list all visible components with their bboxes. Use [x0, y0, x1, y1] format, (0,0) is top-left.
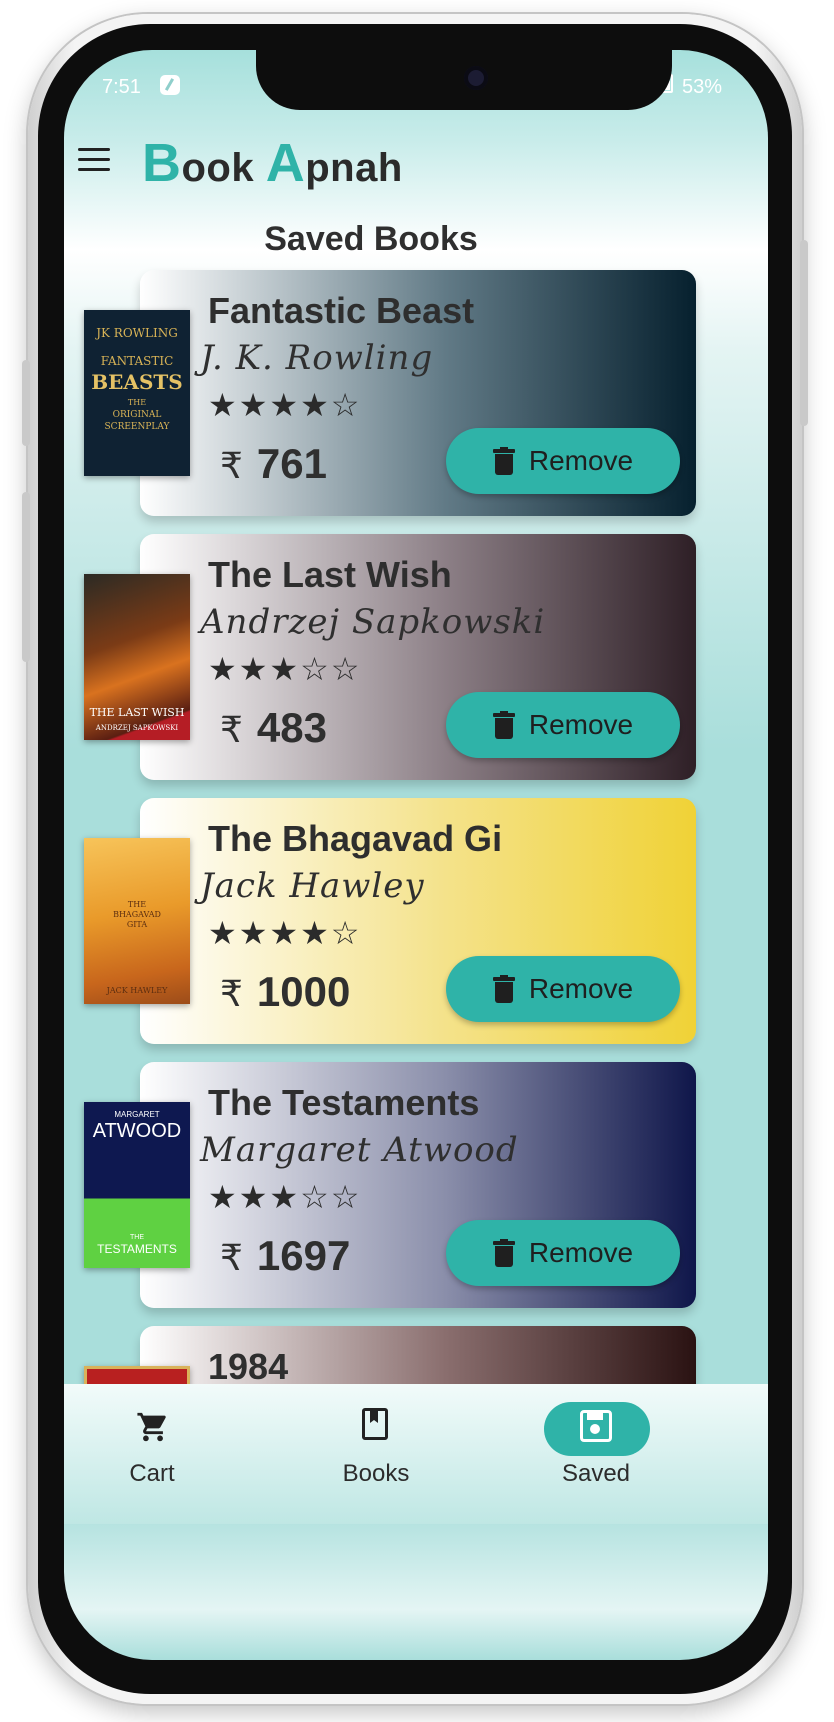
phone-side-button	[22, 492, 30, 662]
book-card[interactable]: JK ROWLING FANTASTIC BEASTS THE ORIGINAL…	[84, 270, 696, 516]
phone-side-button	[22, 360, 30, 446]
nav-item-saved[interactable]: Saved	[516, 1384, 676, 1504]
book-icon	[362, 1408, 388, 1440]
book-cover-image: THE LAST WISH ANDRZEJ SAPKOWSKI	[84, 574, 190, 740]
book-cover-image: MARGARET ATWOOD THE TESTAMENTS	[84, 1102, 190, 1268]
trash-icon	[492, 1239, 515, 1267]
book-price: ₹1000	[220, 968, 351, 1015]
front-camera	[464, 66, 488, 90]
edit-notification-icon	[160, 75, 180, 95]
book-title: The Last Wish	[208, 554, 452, 595]
star-rating: ★★★★☆	[208, 915, 362, 951]
star-rating: ★★★☆☆	[208, 1179, 362, 1215]
nav-item-books[interactable]: Books	[296, 1384, 456, 1504]
book-cover-image	[84, 1366, 190, 1384]
remove-button[interactable]: Remove	[446, 956, 680, 1022]
remove-button[interactable]: Remove	[446, 692, 680, 758]
star-rating: ★★★☆☆	[208, 651, 362, 687]
star-rating: ★★★★☆	[208, 387, 362, 423]
saved-books-list[interactable]: JK ROWLING FANTASTIC BEASTS THE ORIGINAL…	[64, 50, 768, 1384]
book-cover-image: THE BHAGAVAD GITA JACK HAWLEY	[84, 838, 190, 1004]
status-time: 7:51	[102, 76, 141, 98]
book-author: Andrzej Sapkowski	[200, 602, 546, 642]
save-icon	[580, 1410, 612, 1442]
remove-button[interactable]: Remove	[446, 1220, 680, 1286]
book-price: ₹483	[220, 704, 327, 751]
book-author: Jack Hawley	[200, 866, 425, 906]
bottom-navigation: Cart Books Saved	[64, 1384, 768, 1524]
trash-icon	[492, 711, 515, 739]
cart-icon	[137, 1412, 166, 1442]
book-card[interactable]: THE BHAGAVAD GITA JACK HAWLEY The Bhagav…	[84, 798, 696, 1044]
app-screen: 7:51 53% Book Apnah Saved Books JK ROWLI…	[64, 50, 768, 1660]
book-title: Fantastic Beast	[208, 290, 475, 331]
book-author: J. K. Rowling	[200, 338, 434, 378]
book-card[interactable]: MARGARET ATWOOD THE TESTAMENTS The Testa…	[84, 1062, 696, 1308]
book-author: Margaret Atwood	[200, 1130, 519, 1170]
book-price: ₹761	[220, 440, 327, 487]
book-card[interactable]: 1984	[84, 1326, 696, 1384]
book-price: ₹1697	[220, 1232, 351, 1279]
trash-icon	[492, 975, 515, 1003]
book-title: The Testaments	[208, 1082, 480, 1123]
trash-icon	[492, 447, 515, 475]
book-card[interactable]: THE LAST WISH ANDRZEJ SAPKOWSKI The Last…	[84, 534, 696, 780]
nav-item-cart[interactable]: Cart	[72, 1384, 232, 1504]
phone-side-button	[800, 240, 808, 426]
book-cover-image: JK ROWLING FANTASTIC BEASTS THE ORIGINAL…	[84, 310, 190, 476]
book-title: The Bhagavad Gi	[208, 818, 503, 859]
book-title: 1984	[208, 1346, 289, 1384]
remove-button[interactable]: Remove	[446, 428, 680, 494]
battery-percent: 53%	[682, 76, 723, 98]
